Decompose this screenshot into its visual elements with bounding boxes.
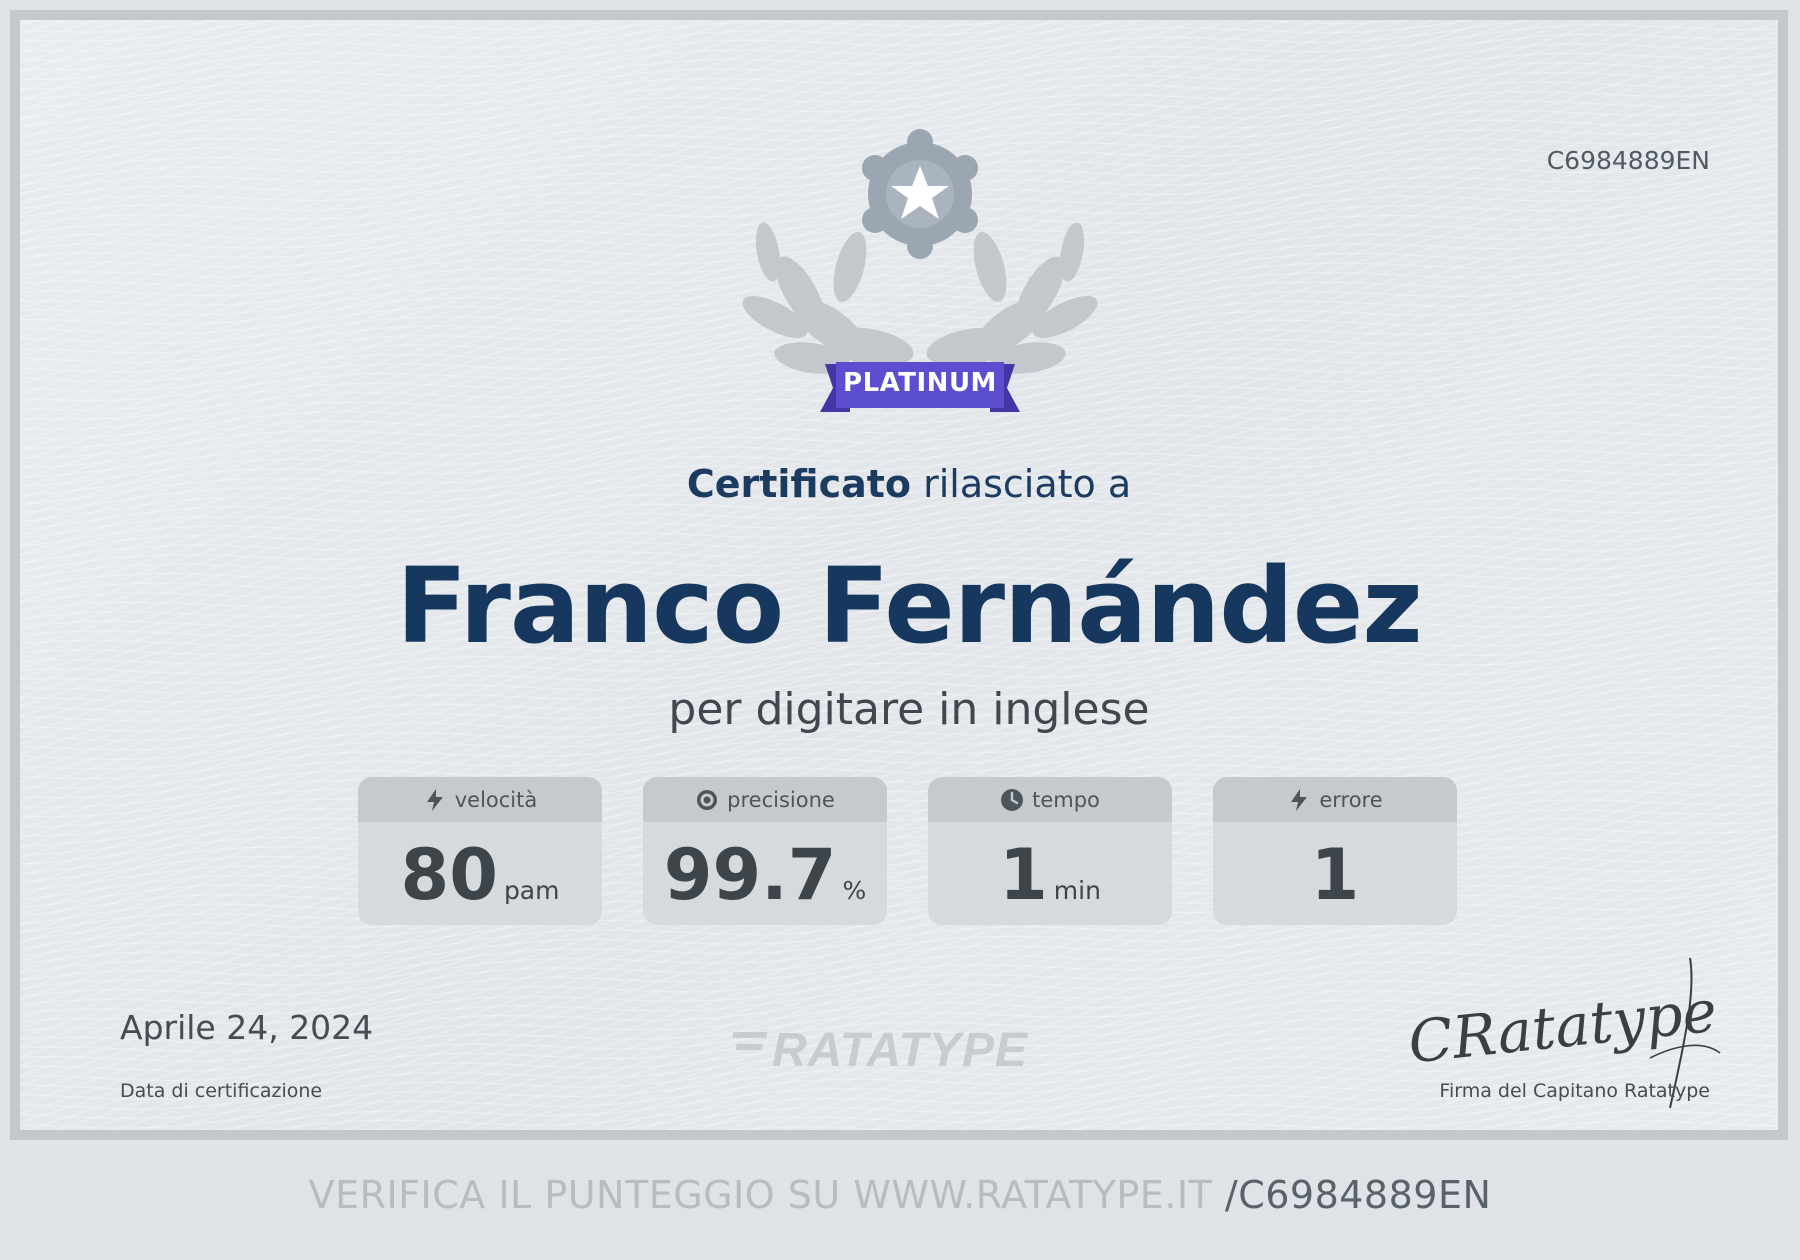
platinum-badge: PLATINUM [720, 122, 1120, 422]
clock-icon [1001, 788, 1024, 811]
star-medallion-icon [862, 129, 978, 259]
issued-rest: rilasciato a [911, 462, 1132, 506]
stat-errors: errore 1 [1213, 777, 1457, 925]
target-icon [697, 789, 718, 810]
recipient-name: Franco Fernández [396, 545, 1423, 667]
stat-value: 99.7 [663, 834, 837, 916]
certification-date: Aprile 24, 2024 [120, 1008, 374, 1047]
stat-unit: % [842, 876, 867, 905]
stat-label: precisione [727, 787, 835, 812]
stat-speed: velocità 80 pam [358, 777, 602, 925]
verify-code: /C6984889EN [1224, 1173, 1492, 1217]
lightning-icon [426, 788, 443, 811]
stat-value: 1 [999, 834, 1048, 916]
stat-unit: pam [503, 876, 560, 905]
certificate-subtitle: per digitare in inglese [668, 684, 1150, 735]
stat-value: 80 [400, 834, 498, 916]
stat-value: 1 [1310, 834, 1360, 916]
ratatype-logo: RATATYPE [732, 1020, 1092, 1084]
stat-unit: min [1053, 876, 1101, 905]
certificate: C6984889EN PLATINUM Certificato rilascia… [10, 10, 1788, 1140]
stat-label: tempo [1032, 787, 1100, 812]
certificate-id: C6984889EN [1546, 146, 1710, 175]
stat-label: velocità [454, 787, 538, 812]
badge-label: PLATINUM [843, 368, 997, 398]
certification-date-label: Data di certificazione [120, 1080, 323, 1102]
issued-bold: Certificato [686, 462, 912, 506]
signature-label: Firma del Capitano Ratatype [1439, 1080, 1710, 1102]
svg-text:RATATYPE: RATATYPE [772, 1024, 1029, 1077]
verify-footer: VERIFICA IL PUNTEGGIO SU WWW.RATATYPE.IT… [0, 1173, 1800, 1217]
stat-label: errore [1319, 787, 1383, 812]
stat-time: tempo 1 min [928, 777, 1172, 925]
lightning-icon [1291, 788, 1308, 811]
stat-accuracy: precisione 99.7 % [643, 777, 887, 925]
svg-text:CRatatype: CRatatype [1405, 977, 1720, 1077]
issued-to-heading: Certificato rilasciato a [20, 462, 1798, 506]
ratatype-logo-mark: RATATYPE [732, 1024, 1029, 1077]
verify-text: VERIFICA IL PUNTEGGIO SU WWW.RATATYPE.IT [308, 1173, 1225, 1217]
